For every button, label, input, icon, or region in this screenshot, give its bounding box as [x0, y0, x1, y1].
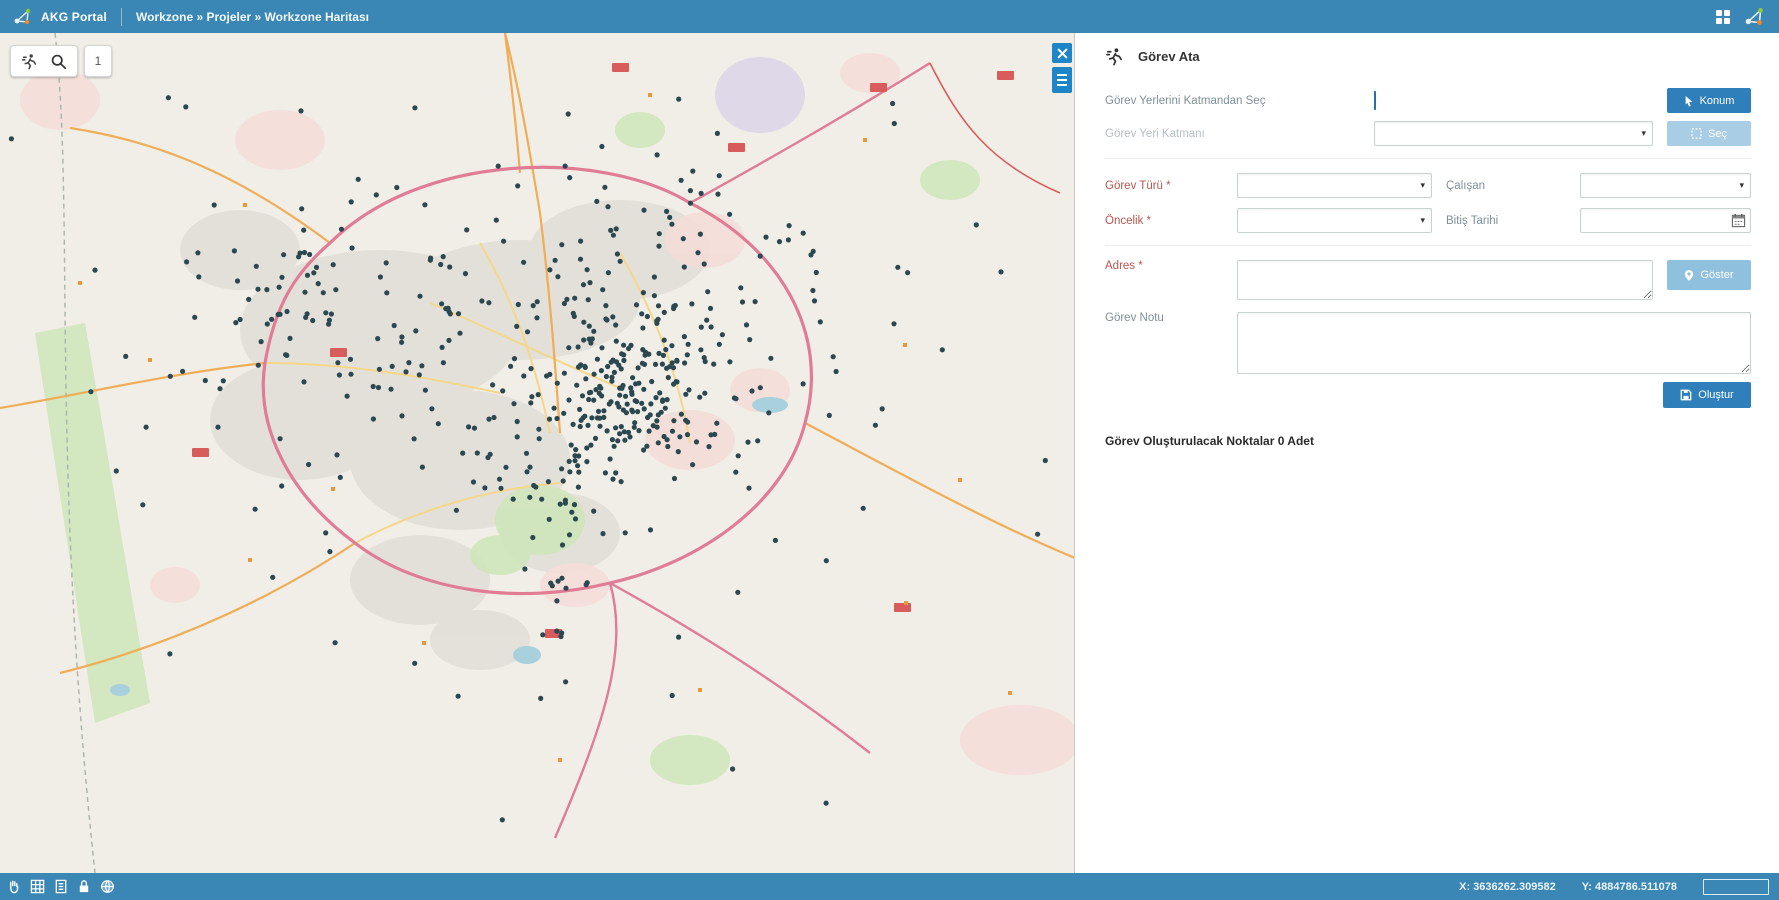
assign-task-panel: Görev Ata Görev Yerlerini Katmandan Seç … [1075, 33, 1779, 873]
address-label: Adres * [1105, 260, 1143, 272]
search-zoom-icon[interactable] [50, 53, 67, 70]
globe-icon[interactable] [100, 879, 115, 894]
brand[interactable]: AKG Portal [14, 8, 107, 26]
sec-button-label: Seç [1708, 127, 1727, 140]
app-name: AKG Portal [41, 9, 108, 24]
lock-icon[interactable] [77, 879, 91, 894]
konum-button[interactable]: Konum [1667, 88, 1751, 113]
assign-task-tool-icon[interactable] [21, 53, 38, 70]
task-type-label: Görev Türü * [1105, 179, 1171, 192]
status-bar: X: 3636262.309582 Y: 4884786.511078 [0, 873, 1779, 900]
apps-grid-icon[interactable] [1715, 9, 1731, 25]
panel-title: Görev Ata [1138, 49, 1200, 64]
document-icon[interactable] [54, 879, 68, 894]
task-layer-label: Görev Yeri Katmanı [1105, 127, 1205, 140]
top-bar: AKG Portal Workzone » Projeler » Workzon… [0, 0, 1779, 33]
olustur-button-label: Oluştur [1698, 389, 1734, 401]
coord-y: Y: 4884786.511078 [1581, 880, 1677, 893]
select-from-layer-label: Görev Yerlerini Katmandan Seç [1105, 94, 1266, 107]
worker-select[interactable] [1580, 173, 1751, 198]
panel-close-button[interactable] [1052, 43, 1072, 63]
map-canvas[interactable]: 1 [0, 33, 1075, 873]
grid-table-icon[interactable] [30, 879, 45, 894]
save-icon [1680, 389, 1692, 401]
section-divider [1105, 245, 1751, 246]
task-layer-select[interactable] [1374, 121, 1653, 146]
select-marquee-icon [1691, 128, 1702, 139]
task-type-select[interactable] [1237, 173, 1432, 198]
worker-label: Çalışan [1446, 179, 1485, 192]
app-logo-icon [14, 8, 32, 26]
app-window: AKG Portal Workzone » Projeler » Workzon… [0, 0, 1779, 900]
due-date-label: Bitiş Tarihi [1446, 214, 1499, 227]
goster-button[interactable]: Göster [1667, 260, 1751, 290]
coord-x: X: 3636262.309582 [1459, 880, 1556, 893]
calendar-icon[interactable] [1731, 213, 1746, 233]
close-icon [1056, 47, 1068, 59]
panel-collapse-handle[interactable] [1052, 67, 1072, 93]
cursor-icon [1685, 95, 1692, 107]
priority-label: Öncelik * [1105, 214, 1152, 227]
map-tool-count[interactable]: 1 [84, 45, 112, 77]
section-divider [1105, 158, 1751, 159]
task-note-label: Görev Notu [1105, 312, 1164, 324]
map-pin-icon [1685, 269, 1694, 281]
due-date-input[interactable] [1580, 208, 1751, 233]
select-from-layer-checkbox[interactable] [1374, 90, 1376, 110]
map-toolbar: 1 [10, 45, 112, 77]
topbar-logo-icon[interactable] [1745, 7, 1765, 27]
map-tool-box [10, 45, 78, 77]
task-note-textarea[interactable] [1237, 312, 1751, 374]
topbar-divider [121, 7, 123, 26]
olustur-button[interactable]: Oluştur [1663, 382, 1751, 408]
address-textarea[interactable] [1237, 260, 1653, 300]
breadcrumb[interactable]: Workzone » Projeler » Workzone Haritası [136, 10, 369, 24]
goster-button-label: Göster [1700, 269, 1734, 281]
priority-select[interactable] [1237, 208, 1432, 233]
assign-task-icon [1105, 47, 1124, 66]
points-summary: Görev Oluşturulacak Noktalar 0 Adet [1105, 434, 1314, 448]
scale-box [1703, 878, 1769, 895]
konum-button-label: Konum [1699, 94, 1735, 107]
sec-button[interactable]: Seç [1667, 121, 1751, 146]
hand-pan-icon[interactable] [6, 879, 21, 894]
map-layers [0, 33, 1074, 873]
